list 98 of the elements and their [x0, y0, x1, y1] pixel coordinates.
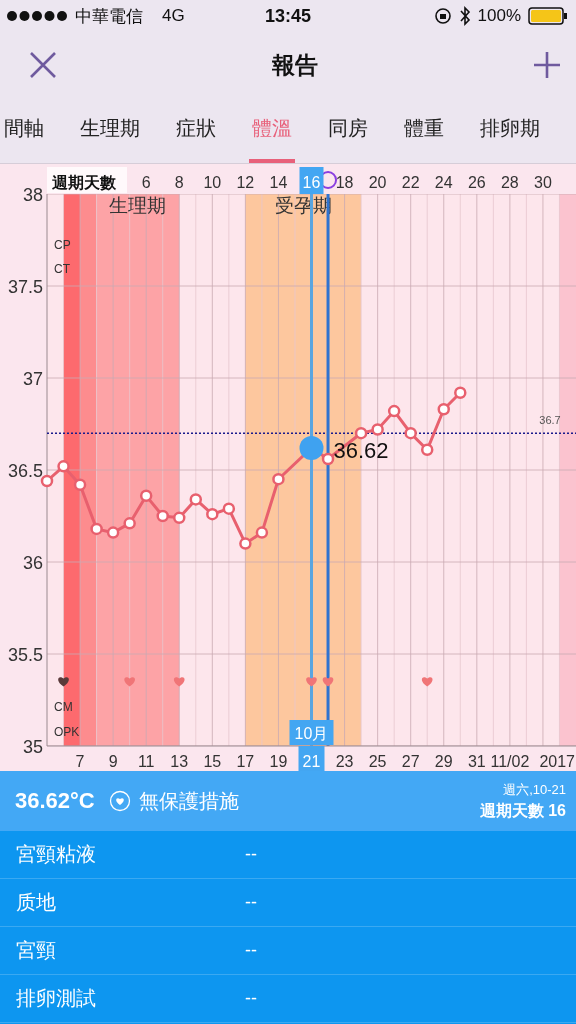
tab[interactable]: 同房: [325, 98, 371, 163]
data-point: [123, 517, 136, 530]
axis-label: 11/02: [490, 753, 530, 770]
data-point: [73, 478, 87, 491]
axis-label: 14: [269, 174, 288, 191]
rotation-lock-icon: [433, 7, 452, 25]
network-type: 4G: [162, 6, 185, 26]
detail-label: 排卵測試: [15, 986, 97, 1011]
reference-label: 36.7: [539, 414, 561, 427]
axis-label: 25: [368, 753, 387, 770]
selected-point: [299, 435, 324, 460]
data-point: [156, 509, 169, 523]
tab[interactable]: 症狀: [173, 98, 219, 163]
axis-label: 37: [22, 369, 43, 389]
page-title: 報告: [272, 50, 318, 80]
axis-label: 38: [22, 185, 43, 205]
data-point: [173, 511, 186, 525]
heart-icon: [124, 677, 135, 687]
selected-value: 36.62: [333, 437, 389, 463]
tab[interactable]: 排卵期: [477, 98, 543, 163]
protection-status: 無保護措施: [138, 788, 239, 814]
axis-label: 7: [75, 753, 85, 770]
date-label: 週六,10-21: [503, 780, 566, 799]
bluetooth-icon: [458, 6, 471, 26]
data-point: [139, 489, 153, 502]
axis-label: 2017: [539, 753, 575, 770]
axis-label: 13: [170, 753, 189, 770]
axis-label: 18: [335, 174, 354, 191]
axis-label: 35: [22, 737, 43, 757]
heart-icon: [322, 677, 334, 687]
data-point: [404, 426, 417, 440]
data-point: [90, 522, 103, 536]
detail-value: --: [245, 844, 257, 865]
data-point: [371, 423, 384, 436]
axis-label: 15: [203, 753, 222, 770]
axis-label: 6: [141, 174, 151, 191]
heart-icon: [421, 677, 433, 687]
axis-label: 36: [22, 553, 43, 573]
axis-label: 19: [269, 753, 288, 770]
axis-label: 11: [137, 753, 155, 770]
axis-label: 27: [401, 753, 420, 770]
axis-label: 24: [434, 174, 453, 191]
detail-label: 质地: [15, 890, 57, 915]
axis-label: 12: [236, 174, 255, 191]
axis-label: 8: [174, 174, 184, 191]
data-point: [106, 526, 120, 539]
data-point: [321, 452, 335, 466]
axis-label: 28: [501, 174, 519, 191]
heart-icon: [306, 677, 317, 687]
heart-icon: [173, 677, 185, 687]
axis-label: 20: [368, 174, 387, 191]
data-point: [272, 472, 285, 486]
cycle-day-label: 週期天數 16: [479, 800, 566, 821]
tab[interactable]: 體重: [401, 98, 447, 163]
axis-label: 22: [401, 174, 420, 191]
axis-label: 10: [203, 174, 222, 191]
data-point: [420, 443, 434, 456]
data-point: [437, 403, 450, 416]
tab[interactable]: 間軸: [1, 98, 47, 163]
carrier-name: 中華電信: [75, 5, 143, 28]
axis-label: 21: [302, 753, 321, 770]
data-point: [189, 493, 203, 506]
axis-label: 26: [467, 174, 486, 191]
heart-icon: [58, 677, 69, 687]
battery-percent: 100%: [477, 6, 521, 26]
axis-label: 31: [467, 753, 486, 770]
selected-day-highlight: [299, 167, 324, 194]
detail-label: 宮頸粘液: [15, 842, 97, 867]
axis-label: 30: [534, 174, 552, 191]
detail-value: --: [245, 988, 257, 1009]
axis-title: 週期天數: [52, 174, 116, 191]
battery-icon: [528, 7, 568, 25]
axis-label: 37.5: [7, 277, 43, 297]
axis-label: 9: [108, 753, 118, 770]
detail-value: --: [245, 940, 257, 961]
band-label: 生理期: [109, 195, 167, 216]
data-point: [255, 526, 269, 539]
row-label: CM: [54, 700, 73, 714]
data-point: [57, 460, 70, 473]
axis-label: 35.5: [7, 645, 43, 665]
temperature-value: 36.62°C: [15, 788, 95, 814]
data-point: [239, 537, 252, 550]
tab[interactable]: 生理期: [77, 98, 143, 163]
axis-label: 36.5: [7, 461, 43, 481]
data-point: [454, 386, 467, 399]
axis-label: 23: [335, 753, 354, 770]
data-point: [206, 507, 219, 521]
data-point: [387, 404, 401, 418]
signal-icon: [6, 10, 68, 22]
data-point: [354, 426, 368, 440]
axis-label: 16: [302, 174, 321, 191]
axis-label: 29: [434, 753, 453, 770]
detail-label: 宮頸: [15, 938, 57, 963]
axis-label: 17: [236, 753, 255, 770]
month-badge: 10月: [289, 720, 334, 745]
clock-time: 13:45: [265, 5, 311, 27]
data-point: [222, 502, 236, 515]
detail-value: --: [245, 892, 257, 913]
